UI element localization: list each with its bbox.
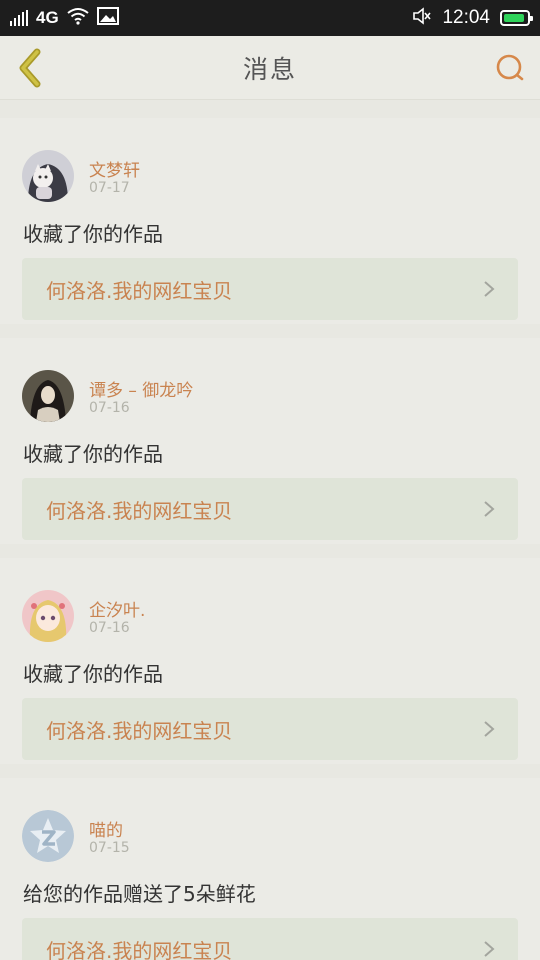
work-link[interactable]: 何洛洛.我的网红宝贝 xyxy=(22,478,518,540)
chevron-right-icon xyxy=(484,501,495,517)
nav-bar: 消息 xyxy=(0,36,540,100)
signal-icon xyxy=(10,10,28,26)
message-text: 给您的作品赠送了5朵鲜花 xyxy=(23,882,256,906)
message-date: 07-16 xyxy=(89,400,130,416)
sender-name[interactable]: 文梦轩 xyxy=(89,156,140,181)
message-card: 谭多 – 御龙吟 07-16 收藏了你的作品 何洛洛.我的网红宝贝 xyxy=(0,338,540,544)
work-link[interactable]: 何洛洛.我的网红宝贝 xyxy=(22,698,518,760)
work-link[interactable]: 何洛洛.我的网红宝贝 xyxy=(22,258,518,320)
network-type: 4G xyxy=(36,8,59,27)
work-title: 何洛洛.我的网红宝贝 xyxy=(46,718,233,743)
back-button[interactable] xyxy=(10,48,50,88)
message-date: 07-16 xyxy=(89,620,130,636)
page-title: 消息 xyxy=(242,54,297,84)
message-card: 企汐叶. 07-16 收藏了你的作品 何洛洛.我的网红宝贝 xyxy=(0,558,540,764)
search-button[interactable] xyxy=(490,48,530,88)
search-icon xyxy=(496,54,524,81)
message-date: 07-17 xyxy=(89,180,130,196)
sender-name[interactable]: 谭多 – 御龙吟 xyxy=(89,376,193,401)
message-text: 收藏了你的作品 xyxy=(23,222,163,246)
chevron-right-icon xyxy=(484,721,495,737)
avatar[interactable] xyxy=(22,370,74,422)
mute-icon xyxy=(412,6,432,30)
battery-icon xyxy=(500,10,533,26)
work-title: 何洛洛.我的网红宝贝 xyxy=(46,498,233,523)
avatar[interactable] xyxy=(22,150,74,202)
message-text: 收藏了你的作品 xyxy=(23,442,163,466)
work-title: 何洛洛.我的网红宝贝 xyxy=(46,938,233,960)
work-title: 何洛洛.我的网红宝贝 xyxy=(46,278,233,303)
message-card: 文梦轩 07-17 收藏了你的作品 何洛洛.我的网红宝贝 xyxy=(0,118,540,324)
message-card: 喵的 07-15 给您的作品赠送了5朵鲜花 何洛洛.我的网红宝贝 xyxy=(0,778,540,960)
avatar[interactable] xyxy=(22,590,74,642)
image-icon xyxy=(96,6,119,30)
message-text: 收藏了你的作品 xyxy=(23,662,163,686)
message-date: 07-15 xyxy=(89,840,130,856)
wifi-icon xyxy=(67,7,89,30)
battery-level xyxy=(504,14,524,22)
sender-name[interactable]: 企汐叶. xyxy=(89,596,145,621)
clock: 12:04 xyxy=(442,7,490,28)
chevron-right-icon xyxy=(484,941,495,957)
chevron-right-icon xyxy=(484,281,495,297)
back-chevron-icon xyxy=(19,48,41,88)
work-link[interactable]: 何洛洛.我的网红宝贝 xyxy=(22,918,518,960)
sender-name[interactable]: 喵的 xyxy=(89,816,123,841)
status-bar: 4G 12:04 xyxy=(0,0,540,36)
avatar[interactable] xyxy=(22,810,74,862)
